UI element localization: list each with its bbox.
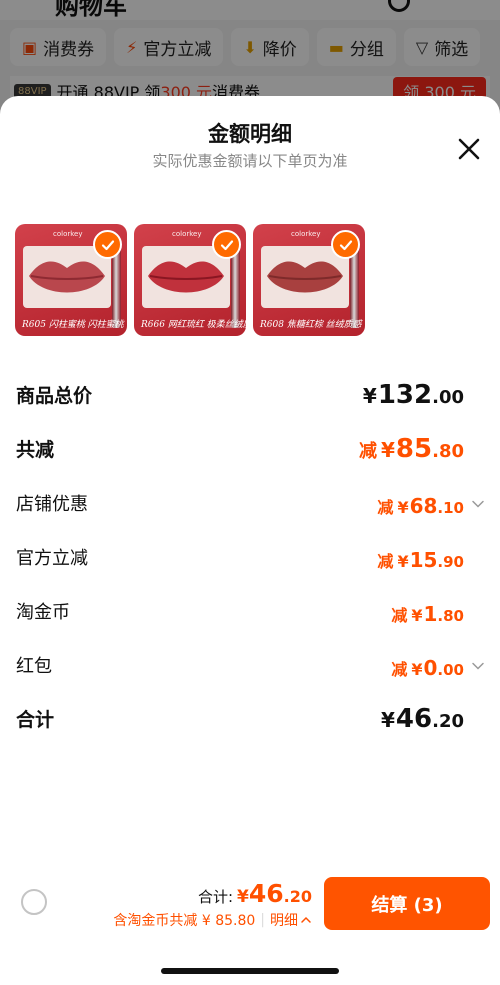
- amount-integer: 46: [395, 704, 433, 734]
- row-value: 减 ¥ 68 .10: [377, 494, 464, 518]
- reduce-prefix: 减: [391, 606, 408, 625]
- shade-label: R666 网红琉红 极柔丝绒质感: [141, 320, 246, 330]
- amount-decimal: .80: [437, 607, 464, 625]
- row-value: 减 ¥ 15 .90: [377, 548, 464, 572]
- separator: |: [260, 912, 265, 928]
- row-value: 减 ¥ 1 .80: [391, 602, 464, 626]
- amount-integer: 68: [409, 494, 438, 518]
- currency-symbol: ¥: [362, 384, 377, 408]
- checkout-button[interactable]: 结算 (3): [324, 877, 490, 930]
- row-official-discount: 官方立减 减 ¥ 15 .90: [16, 542, 486, 572]
- checkmark-icon[interactable]: [331, 230, 360, 259]
- amount-decimal: .00: [437, 661, 464, 679]
- amount-decimal: .00: [432, 387, 464, 408]
- checkmark-icon[interactable]: [93, 230, 122, 259]
- product-thumbnail[interactable]: colorkey R605 闪柱蜜桃 闪柱蜜桃: [15, 224, 127, 336]
- row-goods-total: 商品总价 ¥ 132 .00: [16, 380, 486, 410]
- currency-symbol: ¥: [411, 606, 423, 625]
- row-store-discount[interactable]: 店铺优惠 减 ¥ 68 .10: [16, 488, 486, 518]
- amount-integer: 0: [423, 656, 438, 680]
- amount-detail-sheet: 金额明细 实际优惠金额请以下单页为准 colorkey R605 闪柱蜜桃 闪柱…: [0, 96, 500, 985]
- checkmark-icon[interactable]: [212, 230, 241, 259]
- total-integer: 46: [248, 879, 284, 908]
- chevron-down-icon[interactable]: [470, 496, 486, 512]
- row-value: ¥ 46 .20: [381, 704, 464, 734]
- home-indicator: [161, 968, 339, 974]
- amount-decimal: .20: [432, 711, 464, 732]
- row-label: 店铺优惠: [16, 494, 88, 515]
- amount-decimal: .10: [437, 499, 464, 517]
- chevron-down-icon[interactable]: [470, 658, 486, 674]
- amount-integer: 132: [377, 380, 433, 410]
- sheet-title: 金额明细: [208, 122, 292, 146]
- brand-label: colorkey: [291, 230, 321, 238]
- row-red-packet[interactable]: 红包 减 ¥ 0 .00: [16, 650, 486, 680]
- row-label: 合计: [16, 709, 55, 731]
- currency-symbol: ¥: [397, 552, 409, 571]
- detail-toggle[interactable]: 明细: [270, 910, 312, 930]
- row-label: 红包: [16, 656, 52, 677]
- bottom-total: 合计: ¥ 46 .20: [198, 879, 312, 908]
- product-thumbnail[interactable]: colorkey R608 焦糖红棕 丝绒质感: [253, 224, 365, 336]
- amount-integer: 15: [409, 548, 438, 572]
- reduce-prefix: 减: [377, 498, 394, 517]
- total-decimal: .20: [283, 887, 312, 906]
- reduce-prefix: 减: [359, 441, 377, 462]
- row-value: 减 ¥ 85 .80: [359, 434, 464, 464]
- currency-symbol: ¥: [381, 708, 395, 732]
- coin-summary: 含淘金币共减 ¥ 85.80 | 明细: [113, 910, 312, 930]
- currency-symbol: ¥: [381, 438, 395, 462]
- row-grand-total: 合计 ¥ 46 .20: [16, 704, 486, 734]
- row-taojinbi: 淘金币 减 ¥ 1 .80: [16, 596, 486, 626]
- amount-decimal: .80: [432, 441, 464, 462]
- detail-label: 明细: [270, 913, 298, 929]
- total-label: 合计:: [197, 888, 234, 906]
- chevron-up-icon: [301, 916, 311, 923]
- row-total-reduction: 共减 减 ¥ 85 .80: [16, 434, 486, 464]
- close-icon[interactable]: [454, 134, 484, 164]
- amount-integer: 1: [423, 602, 438, 626]
- shade-label: R605 闪柱蜜桃 闪柱蜜桃: [22, 320, 124, 330]
- coin-discount-text: 含淘金币共减 ¥ 85.80: [113, 913, 256, 929]
- row-label: 淘金币: [16, 602, 70, 623]
- currency-symbol: ¥: [237, 887, 249, 907]
- reduce-prefix: 减: [391, 660, 408, 679]
- brand-label: colorkey: [53, 230, 83, 238]
- row-value: ¥ 132 .00: [363, 380, 464, 410]
- product-thumbnails: colorkey R605 闪柱蜜桃 闪柱蜜桃 colorkey R666 网红…: [15, 224, 365, 336]
- currency-symbol: ¥: [397, 498, 409, 517]
- sheet-subtitle: 实际优惠金额请以下单页为准: [152, 152, 348, 170]
- row-label: 共减: [16, 439, 55, 461]
- reduce-prefix: 减: [377, 552, 394, 571]
- select-all-radio[interactable]: [21, 889, 47, 915]
- amount-decimal: .90: [437, 553, 464, 571]
- amount-integer: 85: [395, 434, 433, 464]
- row-label: 官方立减: [16, 548, 88, 569]
- shade-label: R608 焦糖红棕 丝绒质感: [260, 320, 362, 330]
- brand-label: colorkey: [172, 230, 202, 238]
- product-thumbnail[interactable]: colorkey R666 网红琉红 极柔丝绒质感: [134, 224, 246, 336]
- currency-symbol: ¥: [411, 660, 423, 679]
- row-label: 商品总价: [16, 385, 93, 407]
- row-value: 减 ¥ 0 .00: [391, 656, 464, 680]
